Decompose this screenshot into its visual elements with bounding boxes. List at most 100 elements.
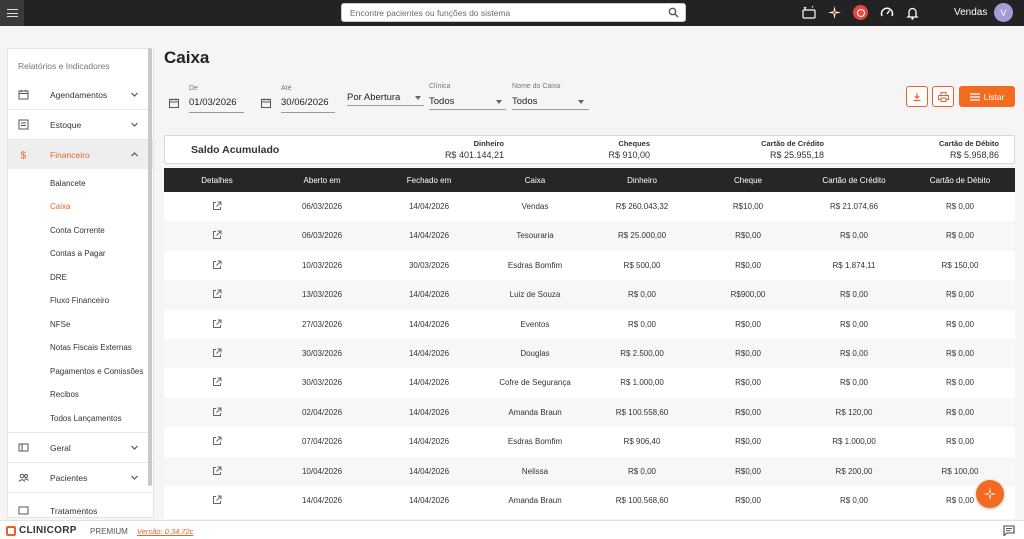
open-details-icon[interactable] <box>212 348 222 358</box>
record-icon[interactable] <box>852 4 869 21</box>
search-input[interactable] <box>342 4 652 21</box>
open-details-icon[interactable] <box>212 436 222 446</box>
column-header[interactable]: Dinheiro <box>627 176 657 185</box>
table-cell: R$ 260.043,32 <box>615 202 669 211</box>
sidebar-item-fluxo-financeiro[interactable]: Fluxo Financeiro <box>50 296 109 305</box>
saldo-value: R$ 5.958,86 <box>949 150 999 160</box>
menu-button[interactable] <box>0 0 24 26</box>
bell-icon[interactable] <box>904 4 921 21</box>
dropdown-arrow-icon[interactable] <box>496 100 502 104</box>
open-details-icon[interactable] <box>212 260 222 270</box>
table-row: 10/03/2026 30/03/2026 Esdras Bomfim R$ 500,… <box>164 250 1015 281</box>
sidebar-item-recibos[interactable]: Recibos <box>50 390 79 399</box>
saldo-value: R$ 401.144,21 <box>444 150 504 160</box>
chat-icon[interactable] <box>1003 525 1015 536</box>
avatar[interactable]: V <box>994 3 1013 22</box>
column-header[interactable]: Aberto em <box>304 176 341 185</box>
hamburger-icon <box>6 9 18 17</box>
ai-sparkle-icon[interactable] <box>826 4 843 21</box>
tv-sparkle-icon[interactable] <box>800 4 817 21</box>
table-cell: 14/04/2026 <box>408 319 450 329</box>
footer: CLINICORP PREMIUM Versão: 0.34.72c <box>0 520 1024 539</box>
download-button[interactable] <box>906 86 928 107</box>
caixa-underline <box>512 109 589 110</box>
clinica-label: Clínica <box>429 83 451 90</box>
open-details-icon[interactable] <box>212 230 222 240</box>
column-header[interactable]: Fechado em <box>407 176 451 185</box>
table-cell: 14/04/2026 <box>408 466 450 476</box>
sidebar-item-dre[interactable]: DRE <box>50 273 67 282</box>
table-cell: R$0,00 <box>735 437 761 447</box>
sidebar-group-geral[interactable]: Geral <box>8 433 153 462</box>
open-details-icon[interactable] <box>212 289 222 299</box>
sidebar-scrollbar[interactable] <box>148 48 152 486</box>
calendar-icon[interactable] <box>169 98 179 108</box>
dropdown-arrow-icon[interactable] <box>415 96 421 100</box>
sidebar-item-pagamentos-comissoes[interactable]: Pagamentos e Comissões <box>50 367 143 376</box>
brand-logo: CLINICORP <box>6 525 77 536</box>
calendar-icon <box>18 90 29 100</box>
open-details-icon[interactable] <box>212 319 222 329</box>
calendar-icon[interactable] <box>261 98 271 108</box>
ai-assistant-button[interactable] <box>976 480 1004 508</box>
open-details-icon[interactable] <box>212 201 222 211</box>
open-details-icon[interactable] <box>212 377 222 387</box>
open-details-icon[interactable] <box>212 495 222 505</box>
saldo-dinheiro: Dinheiro R$ 401.144,21 <box>445 139 504 160</box>
modo-select[interactable]: Por Abertura <box>347 92 400 103</box>
version-link[interactable]: Versão: 0.34.72c <box>137 527 193 536</box>
table-cell: Luiz de Souza <box>509 290 561 300</box>
table-row: 30/03/2026 14/04/2026 Douglas R$ 2.500,00 R$… <box>164 339 1015 369</box>
table-cell: 06/03/2026 <box>301 202 343 211</box>
ate-underline <box>281 112 335 113</box>
table-cell: Tesouraria <box>516 231 554 241</box>
sidebar-group-financeiro[interactable]: $ Financeiro <box>8 140 153 169</box>
sidebar-group-estoque[interactable]: Estoque <box>8 110 153 139</box>
user-name[interactable]: Vendas <box>954 7 987 18</box>
table-cell: 10/04/2026 <box>301 466 343 476</box>
sidebar-group-tratamentos[interactable]: Tratamentos <box>8 496 153 517</box>
dropdown-arrow-icon[interactable] <box>578 100 584 104</box>
sidebar-item-balancete[interactable]: Balancete <box>50 179 86 188</box>
sidebar-group-label: Tratamentos <box>50 506 98 516</box>
table-cell: 27/03/2026 <box>301 319 343 329</box>
de-date-field[interactable]: 01/03/2026 <box>189 97 237 108</box>
sidebar-group-agendamentos[interactable]: Agendamentos <box>8 80 153 109</box>
clinica-select[interactable]: Todos <box>429 96 454 107</box>
sidebar-item-todos-lancamentos[interactable]: Todos Lançamentos <box>50 414 122 423</box>
sidebar-item-caixa[interactable]: Caixa <box>50 202 70 211</box>
search-box[interactable] <box>341 3 686 22</box>
speedometer-icon[interactable] <box>878 4 895 21</box>
table-cell: R$0,00 <box>735 407 761 417</box>
print-button[interactable] <box>932 86 954 107</box>
table-cell: R$ 0,00 <box>945 407 975 417</box>
column-header[interactable]: Cartão de Crédito <box>822 176 885 185</box>
de-underline <box>189 112 244 113</box>
column-header[interactable]: Caixa <box>525 176 545 185</box>
ate-date-field[interactable]: 30/06/2026 <box>281 97 329 108</box>
sidebar-group-pacientes[interactable]: Pacientes <box>8 463 153 492</box>
column-header[interactable]: Cheque <box>734 176 762 185</box>
download-icon <box>913 92 921 101</box>
table-row: 13/03/2026 14/04/2026 Luiz de Souza R$ 0,00… <box>164 280 1015 310</box>
table-cell: 14/04/2026 <box>408 290 450 300</box>
sidebar-item-notas-fiscais-externas[interactable]: Notas Fiscais Externas <box>50 343 132 352</box>
table-cell: R$ 1.000,00 <box>832 437 876 447</box>
search-icon[interactable] <box>668 7 679 18</box>
table-cell: Amanda Braun <box>508 407 562 417</box>
column-header[interactable]: Cartão de Débito <box>930 176 990 185</box>
column-header[interactable]: Detalhes <box>201 176 233 185</box>
open-details-icon[interactable] <box>212 407 222 417</box>
sidebar-item-contas-a-pagar[interactable]: Contas a Pagar <box>50 249 106 258</box>
listar-button[interactable]: Listar <box>959 86 1015 107</box>
table-cell: R$0,00 <box>735 349 761 358</box>
caixa-select[interactable]: Todos <box>512 96 537 107</box>
table-cell: Cofre de Segurança <box>499 378 571 388</box>
table-cell: R$ 0,00 <box>945 437 975 447</box>
sidebar-group-label: Geral <box>50 443 71 453</box>
table-cell: R$0,00 <box>735 378 761 388</box>
sidebar-item-conta-corrente[interactable]: Conta Corrente <box>50 226 105 235</box>
table-cell: 30/03/2026 <box>301 378 343 388</box>
sidebar-item-nfse[interactable]: NFSe <box>50 320 70 329</box>
open-details-icon[interactable] <box>212 466 222 476</box>
